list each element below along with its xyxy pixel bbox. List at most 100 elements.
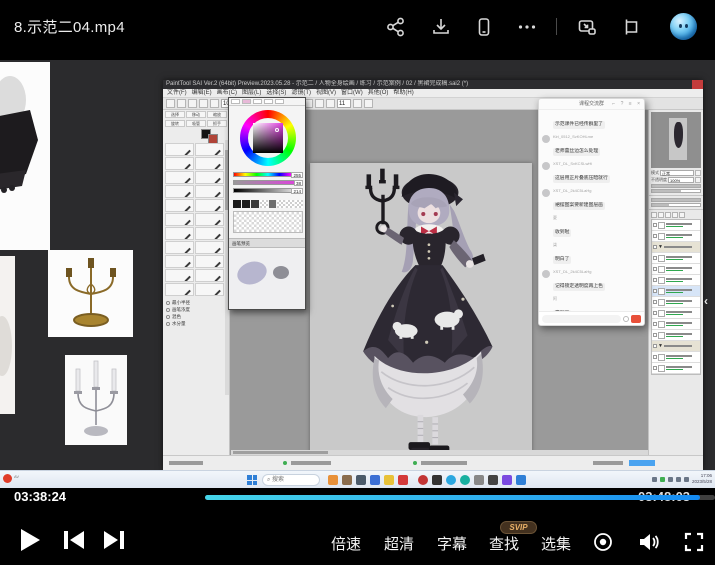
layer-row[interactable] (652, 297, 700, 308)
chat-title-bar[interactable]: 课程交流群 ⌐ ? ≡ × (539, 99, 644, 110)
rotate-cw-button[interactable] (315, 99, 324, 108)
slider[interactable] (651, 198, 701, 202)
brush-preset[interactable] (195, 255, 224, 268)
toolbar-toggle[interactable] (166, 99, 175, 108)
taskbar-app-icon[interactable] (398, 475, 408, 485)
panel-collapse-chevron[interactable]: ‹ (704, 294, 708, 308)
taskbar-app-folder-icon[interactable] (356, 475, 366, 485)
chat-avatar[interactable] (542, 162, 550, 170)
taskbar-app-sai-icon[interactable] (328, 475, 338, 485)
opacity-value[interactable]: 100% (668, 177, 694, 183)
recent-color-empty[interactable] (260, 200, 268, 208)
taskbar-app-browser-icon[interactable] (446, 475, 456, 485)
brush-preset[interactable] (165, 213, 194, 226)
chat-avatar[interactable] (542, 189, 550, 197)
brush-option[interactable]: 混色 (166, 313, 226, 320)
brush-preset[interactable] (195, 199, 224, 212)
sai-title-bar[interactable]: PaintTool SAI Ver.2 (64bit) Preview.2023… (163, 80, 703, 89)
mini-window-icon[interactable] (620, 16, 642, 38)
brush-preset[interactable] (165, 227, 194, 240)
share-icon[interactable] (385, 16, 407, 38)
menu-layer[interactable]: 图层(L) (242, 89, 261, 97)
value-slider[interactable]: 214 (233, 188, 303, 193)
delete-layer-button[interactable] (672, 212, 678, 218)
brush-preset[interactable] (165, 283, 194, 296)
new-layer-button[interactable] (651, 212, 657, 218)
toolbar-toggle[interactable] (353, 99, 362, 108)
panel-button[interactable] (695, 170, 701, 176)
layer-row[interactable] (652, 308, 700, 319)
emoji-icon[interactable] (623, 316, 629, 322)
brush-preset[interactable] (195, 143, 224, 156)
brush-preset[interactable] (195, 171, 224, 184)
slider[interactable] (651, 203, 701, 207)
color-swatch-pair[interactable] (163, 128, 229, 142)
layer-row[interactable] (652, 275, 700, 286)
panel-button[interactable] (695, 177, 701, 183)
color-tab[interactable] (275, 99, 284, 104)
recent-color-empty[interactable] (286, 200, 294, 208)
color-tab-active[interactable] (242, 99, 251, 104)
chat-input-field[interactable] (542, 315, 621, 323)
tool-button[interactable]: 选择 (165, 111, 185, 118)
playback-speed-button[interactable]: 倍速 (331, 533, 361, 554)
more-options-icon[interactable] (516, 16, 538, 38)
color-tab[interactable] (253, 99, 262, 104)
sai-close-button[interactable] (692, 80, 703, 89)
video-frame-desktop[interactable]: PaintTool SAI Ver.2 (64bit) Preview.2023… (0, 60, 715, 488)
toolbar-toggle[interactable] (177, 99, 186, 108)
layer-row[interactable] (652, 330, 700, 341)
taskbar-app-icon[interactable] (474, 475, 484, 485)
layer-row[interactable] (652, 253, 700, 264)
brush-preset[interactable] (165, 269, 194, 282)
chat-avatar[interactable] (542, 270, 550, 278)
layer-row[interactable] (652, 264, 700, 275)
brush-preset[interactable] (195, 157, 224, 170)
taskbar-app-icon[interactable] (460, 475, 470, 485)
menu-help[interactable]: 帮助(H) (393, 89, 413, 97)
color-tab[interactable] (264, 99, 273, 104)
brush-option[interactable]: 画笔浓度 (166, 306, 226, 313)
tool-button[interactable]: 移动 (186, 111, 206, 118)
toolbar-toggle[interactable] (364, 99, 373, 108)
layer-group-row[interactable]: ▼ (652, 341, 700, 352)
slider[interactable] (651, 184, 701, 188)
recent-color[interactable] (242, 200, 250, 208)
tool-button[interactable]: 吸管 (186, 120, 206, 127)
notification-badge-icon[interactable] (3, 474, 12, 483)
taskbar-app-icon[interactable] (516, 475, 526, 485)
brush-preset[interactable] (165, 143, 194, 156)
menu-view[interactable]: 视图(V) (316, 89, 336, 97)
brush-preset[interactable] (195, 241, 224, 254)
chat-window-buttons[interactable]: ⌐ ? ≡ × (612, 99, 642, 110)
mobile-device-icon[interactable] (473, 16, 495, 38)
hue-slider[interactable]: 255 (233, 172, 303, 177)
episodes-button[interactable]: 选集 (541, 533, 571, 554)
taskbar-app-icon[interactable] (342, 475, 352, 485)
windows-start-icon[interactable] (247, 475, 257, 485)
recent-color-empty[interactable] (277, 200, 285, 208)
slider[interactable] (651, 189, 701, 193)
menu-select[interactable]: 选择(S) (266, 89, 286, 97)
user-avatar[interactable] (670, 13, 697, 40)
canvas-artboard[interactable] (310, 163, 532, 455)
recent-color-empty[interactable] (295, 200, 303, 208)
taskbar-clock[interactable]: 17:06 2023/5/28 (692, 473, 712, 485)
brush-option[interactable]: 最小半径 (166, 299, 226, 306)
taskbar-app-icon[interactable] (488, 475, 498, 485)
menu-canvas[interactable]: 画布(C) (217, 89, 237, 97)
taskbar-app-icon[interactable] (418, 475, 428, 485)
toolbar-toggle[interactable] (199, 99, 208, 108)
brush-preset[interactable] (195, 269, 224, 282)
tool-button[interactable]: 旋转 (165, 120, 185, 127)
brush-preset[interactable] (195, 213, 224, 226)
merge-layer-button[interactable] (679, 212, 685, 218)
brush-option[interactable]: 水分量 (166, 320, 226, 327)
send-button[interactable] (631, 315, 641, 323)
brush-preset[interactable] (195, 283, 224, 296)
sai-window-buttons[interactable] (670, 80, 703, 89)
layer-row[interactable] (652, 220, 700, 231)
picture-in-picture-icon[interactable] (576, 16, 598, 38)
toolbar-toggle[interactable] (210, 99, 219, 108)
swatch-palette[interactable] (233, 211, 303, 233)
